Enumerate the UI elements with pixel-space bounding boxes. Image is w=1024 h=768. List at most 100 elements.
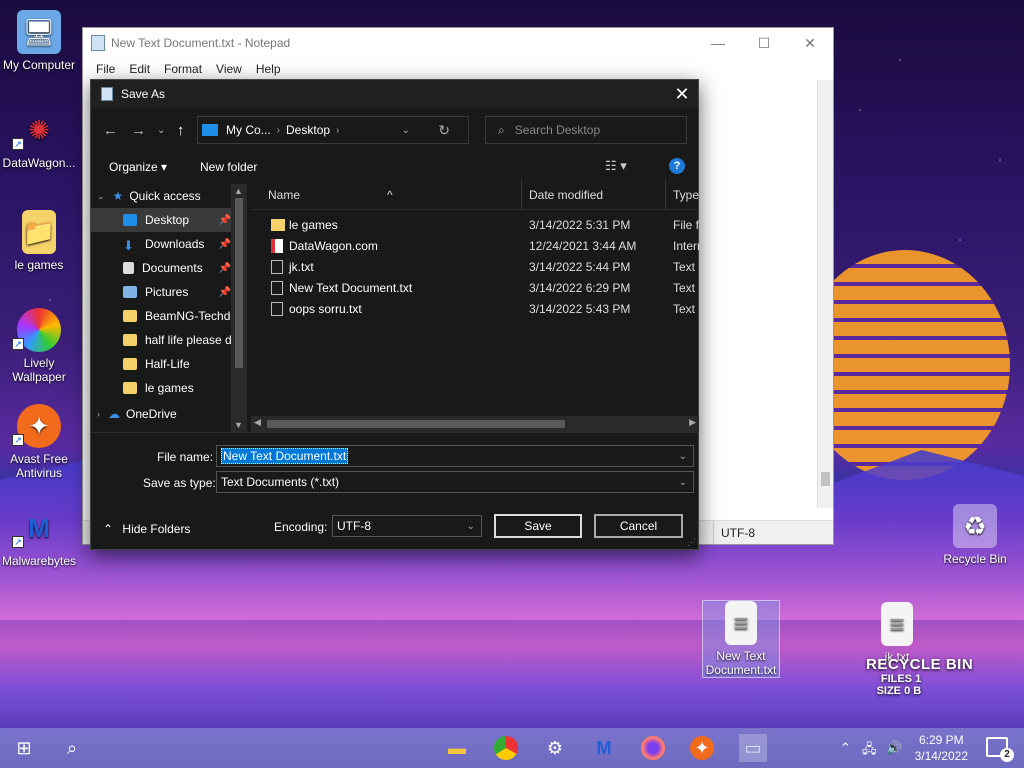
file-row-jk-txt[interactable]: jk.txt 3/14/2022 5:44 PM Text D [251, 256, 699, 277]
hide-folders-button[interactable]: ⌃ Hide Folders [103, 522, 190, 536]
file-row-oops-sorru[interactable]: oops sorru.txt 3/14/2022 5:43 PM Text D [251, 298, 699, 319]
desktop-icon-malwarebytes[interactable]: M ↗ Malwarebytes [0, 506, 78, 569]
file-row-new-text-document[interactable]: New Text Document.txt 3/14/2022 6:29 PM … [251, 277, 699, 298]
breadcrumb-desktop[interactable]: Desktop [286, 123, 330, 137]
nav-item-half-life-please[interactable]: half life please d [91, 328, 247, 352]
dialog-close-button[interactable]: ✕ [666, 80, 698, 108]
text-file-icon: ≡ [881, 602, 913, 646]
menu-view[interactable]: View [209, 58, 249, 80]
text-file-icon [271, 281, 283, 295]
search-input[interactable]: ⌕ Search Desktop [485, 116, 687, 144]
back-arrow-icon[interactable]: ← [103, 122, 118, 139]
chevron-down-icon[interactable]: ⌄ [402, 125, 410, 136]
nav-item-desktop[interactable]: Desktop 📌 [91, 208, 247, 232]
nav-item-pictures[interactable]: Pictures 📌 [91, 280, 247, 304]
desktop-icon-recycle-bin[interactable]: ♻ Recycle Bin [936, 504, 1014, 566]
cancel-button[interactable]: Cancel [594, 514, 683, 538]
navigation-pane: ⌄ ★ Quick access Desktop 📌 ⬇ Downloads 📌… [91, 184, 247, 432]
desktop-icon-avast[interactable]: ✦ ↗ Avast Free Antivirus [0, 404, 78, 480]
dialog-titlebar[interactable]: Save As [91, 80, 698, 108]
text-file-icon: ≡ [725, 601, 757, 645]
nav-item-downloads[interactable]: ⬇ Downloads 📌 [91, 232, 247, 256]
nav-item-beamng[interactable]: BeamNG-Techde [91, 304, 247, 328]
column-header-date-modified[interactable]: Date modified [529, 188, 603, 202]
resize-grip-icon[interactable]: ⋰ [687, 537, 696, 548]
volume-icon[interactable]: 🔊 [886, 740, 902, 756]
file-row-le-games[interactable]: le games 3/14/2022 5:31 PM File fo [251, 214, 699, 235]
encoding-label: Encoding: [274, 520, 328, 534]
file-explorer-icon[interactable]: ▬ [445, 736, 469, 760]
forward-arrow-icon[interactable]: → [131, 122, 146, 139]
desktop-icon-new-text-document[interactable]: ≡ New Text Document.txt [702, 600, 780, 678]
expand-chevron-icon: ⌄ [97, 190, 105, 201]
file-name-input[interactable]: New Text Document.txt ⌄ [216, 445, 694, 467]
settings-gear-icon[interactable]: ⚙ [543, 736, 567, 760]
desktop-icon-le-games[interactable]: 📁 le games [0, 210, 78, 272]
desktop-icon-jk-txt[interactable]: ≡ jk.txt [858, 602, 936, 664]
maximize-button[interactable]: ☐ [741, 28, 787, 58]
menu-help[interactable]: Help [249, 58, 288, 80]
desktop-icon-datawagon[interactable]: ✺ ↗ DataWagon... [0, 108, 78, 171]
help-icon[interactable]: ? [669, 158, 685, 174]
computer-icon [202, 124, 218, 136]
encoding-select[interactable]: UTF-8 ⌄ [332, 515, 482, 537]
chevron-down-icon[interactable]: ⌄ [679, 451, 687, 462]
view-options-icon[interactable]: ☷ ▾ [605, 158, 627, 174]
up-arrow-icon[interactable]: ↑ [177, 122, 185, 139]
recent-locations-chevron-icon[interactable]: ⌄ [157, 125, 165, 136]
file-list-horizontal-scrollbar[interactable]: ◀ ▶ [251, 416, 699, 432]
pin-icon: 📌 [218, 214, 231, 226]
sort-ascending-icon: ^ [387, 188, 393, 202]
notepad-vertical-scrollbar[interactable] [817, 80, 833, 508]
notepad-icon [101, 87, 113, 101]
menu-file[interactable]: File [89, 58, 122, 80]
address-bar[interactable]: My Co... › Desktop › ⌄ ↻ [197, 116, 469, 144]
notifications-icon[interactable]: 2 [986, 737, 1014, 762]
new-folder-button[interactable]: New folder [200, 160, 257, 174]
start-windows-icon[interactable]: ⊞ [12, 736, 36, 760]
network-icon[interactable]: 🖧 [862, 740, 877, 762]
close-button[interactable]: ✕ [787, 28, 833, 58]
folder-icon: 📁 [22, 210, 56, 254]
menu-format[interactable]: Format [157, 58, 209, 80]
save-as-dialog: Save As ✕ ← → ⌄ ↑ My Co... › Desktop › ⌄… [90, 79, 699, 550]
nav-item-le-games[interactable]: le games [91, 376, 247, 400]
desktop-icon-my-computer[interactable]: 🖥 My Computer [0, 10, 78, 72]
minimize-button[interactable]: — [695, 28, 741, 58]
desktop-icon-lively-wallpaper[interactable]: ↗ Lively Wallpaper [0, 308, 78, 384]
save-options-panel: File name: New Text Document.txt ⌄ Save … [91, 432, 698, 549]
file-list-header: ^ Name Date modified Type [251, 180, 699, 210]
file-row-datawagon[interactable]: DataWagon.com 12/24/2021 3:44 AM Intern [251, 235, 699, 256]
nav-item-onedrive[interactable]: › ☁ OneDrive [91, 402, 247, 426]
clock[interactable]: 6:29 PM 3/14/2022 [915, 732, 968, 764]
avast-icon[interactable]: ✦ [690, 736, 714, 760]
organize-button[interactable]: Organize ▾ [109, 160, 167, 174]
notification-count-badge: 2 [1000, 748, 1014, 762]
computer-icon: 🖥 [17, 10, 61, 54]
nav-item-quick-access[interactable]: ⌄ ★ Quick access [91, 184, 247, 208]
shortcut-arrow-icon: ↗ [12, 138, 24, 150]
chrome-icon[interactable] [494, 736, 518, 760]
show-hidden-icons-chevron-icon[interactable]: ⌃ [840, 740, 851, 756]
nav-pane-scrollbar[interactable]: ▲ ▼ [231, 184, 247, 432]
column-header-type[interactable]: Type [673, 188, 699, 202]
breadcrumb-my-computer[interactable]: My Co... [226, 123, 271, 137]
column-header-name[interactable]: Name [268, 188, 300, 202]
chevron-down-icon: ⌄ [466, 520, 475, 532]
nav-item-half-life[interactable]: Half-Life [91, 352, 247, 376]
expand-chevron-icon: › [97, 409, 100, 419]
menu-edit[interactable]: Edit [122, 58, 157, 80]
refresh-icon[interactable]: ↻ [438, 122, 450, 139]
notepad-icon[interactable]: ▭ [739, 734, 767, 762]
star-icon: ★ [112, 189, 124, 203]
nav-item-documents[interactable]: Documents 📌 [91, 256, 247, 280]
malwarebytes-icon[interactable]: M [592, 736, 616, 760]
firefox-icon[interactable] [641, 736, 665, 760]
shortcut-arrow-icon: ↗ [12, 434, 24, 446]
search-icon[interactable]: ⌕ [60, 736, 84, 760]
save-as-type-select[interactable]: Text Documents (*.txt) ⌄ [216, 471, 694, 493]
save-button[interactable]: Save [494, 514, 582, 538]
folder-icon [123, 334, 137, 346]
taskbar: ⊞ ⌕ ▬ ⚙ M ✦ ▭ ⌃ 🖧 🔊 6:29 PM 3/14/2022 2 [0, 728, 1024, 768]
shortcut-arrow-icon: ↗ [12, 338, 24, 350]
